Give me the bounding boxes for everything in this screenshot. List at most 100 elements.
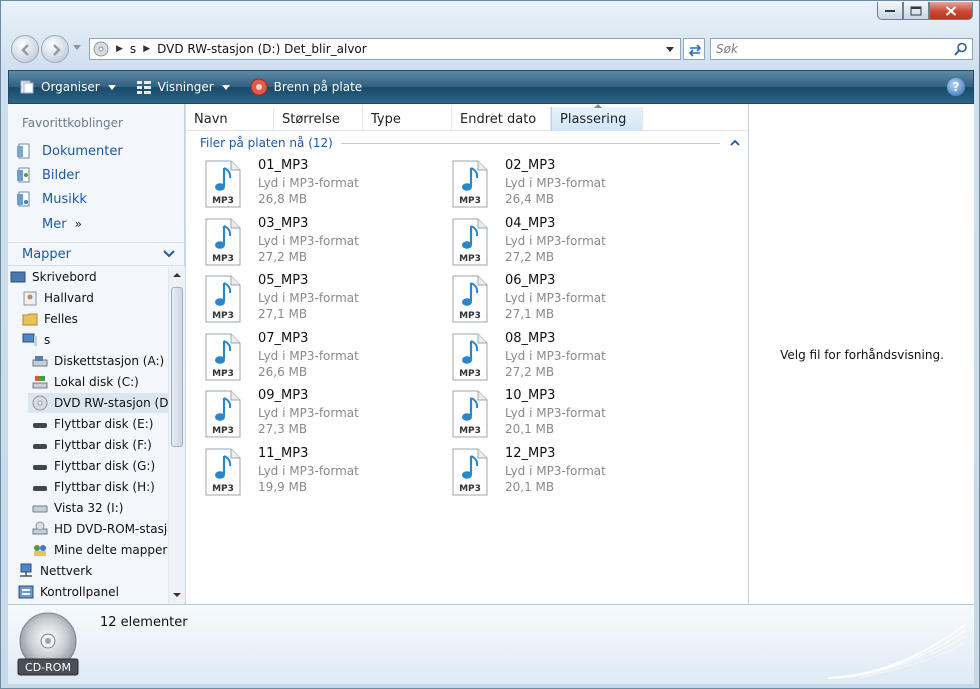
file-type: Lyd i MP3-format (505, 291, 606, 305)
favorite-more[interactable]: Mer » (42, 214, 82, 234)
file-size: 20,1 MB (505, 422, 555, 436)
tree-item-local-disk[interactable]: Lokal disk (C:) (32, 372, 139, 392)
tree-item-shared[interactable]: Felles (22, 309, 78, 329)
file-item[interactable]: MP3 03_MP3 Lyd i MP3-format 27,2 MB (204, 216, 444, 272)
views-button[interactable]: Visninger (136, 75, 230, 99)
mp3-file-icon: MP3 (452, 218, 488, 265)
file-name: 05_MP3 (258, 273, 309, 288)
tree-item-label: Mine delte mapper (54, 543, 168, 557)
file-item[interactable]: MP3 05_MP3 Lyd i MP3-format 27,1 MB (204, 273, 444, 329)
search-icon[interactable] (954, 42, 968, 56)
group-header[interactable]: Filer på platen nå (12) (200, 134, 740, 152)
file-item[interactable]: MP3 11_MP3 Lyd i MP3-format 19,9 MB (204, 446, 444, 502)
forward-button[interactable] (41, 35, 69, 63)
file-item[interactable]: MP3 01_MP3 Lyd i MP3-format 26,8 MB (204, 158, 444, 214)
tree-item-label: Flyttbar disk (H:) (54, 480, 155, 494)
scroll-up-icon[interactable] (169, 267, 185, 283)
favorite-music[interactable]: Musikk (16, 189, 87, 209)
file-item[interactable]: MP3 12_MP3 Lyd i MP3-format 20,1 MB (451, 446, 691, 502)
group-label: Filer på platen nå (12) (200, 136, 333, 150)
tree-item-control-panel[interactable]: Kontrollpanel (18, 582, 119, 602)
close-button[interactable] (929, 2, 973, 20)
file-size: 27,1 MB (258, 307, 308, 321)
organize-button[interactable]: Organiser (19, 75, 116, 99)
scroll-down-icon[interactable] (169, 587, 185, 603)
tree-item-removable-e[interactable]: Flyttbar disk (E:) (32, 414, 153, 434)
help-button[interactable]: ? (947, 78, 965, 96)
pictures-icon (17, 167, 30, 183)
forward-arrow-icon (53, 44, 61, 56)
tree-item-label: Hallvard (44, 291, 94, 305)
file-item[interactable]: MP3 06_MP3 Lyd i MP3-format 27,1 MB (451, 273, 691, 329)
file-item[interactable]: MP3 02_MP3 Lyd i MP3-format 26,4 MB (451, 158, 691, 214)
cd-rom-drive-icon: CD-ROM (17, 612, 79, 676)
tree-item-dvd-drive[interactable]: DVD RW-stasjon (D:) (28, 393, 168, 413)
burn-button[interactable]: Brenn på plate (250, 75, 362, 99)
network-icon (20, 563, 32, 577)
tree-item-hd-dvd[interactable]: HD DVD-ROM-stasjon (32, 519, 168, 539)
back-button[interactable] (11, 35, 39, 63)
minimize-icon (885, 9, 895, 12)
breadcrumb-current-folder[interactable]: DVD RW-stasjon (D:) Det_blir_alvor (157, 42, 367, 56)
tree-item-desktop[interactable]: Skrivebord (10, 267, 97, 287)
tree-item-removable-h[interactable]: Flyttbar disk (H:) (32, 477, 155, 497)
file-icon-label: MP3 (459, 369, 481, 379)
tree-item-label: Flyttbar disk (F:) (54, 438, 152, 452)
favorite-pictures[interactable]: Bilder (16, 165, 80, 185)
file-item[interactable]: MP3 07_MP3 Lyd i MP3-format 26,6 MB (204, 331, 444, 387)
tree-item-shared-folders[interactable]: Mine delte mapper (32, 540, 167, 560)
column-header-name[interactable]: Navn (186, 107, 274, 131)
file-type: Lyd i MP3-format (258, 463, 359, 478)
control-panel-icon (18, 585, 34, 599)
file-item[interactable]: MP3 09_MP3 Lyd i MP3-format 27,3 MB (204, 388, 444, 444)
file-item[interactable]: MP3 08_MP3 Lyd i MP3-format 27,2 MB (451, 331, 691, 387)
folders-header[interactable]: Mapper (8, 242, 185, 266)
favorite-label: Mer (42, 216, 67, 232)
tree-item-network[interactable]: Nettverk (18, 561, 92, 581)
minimize-button[interactable] (877, 2, 903, 20)
file-icon-label: MP3 (459, 484, 481, 494)
folder-tree-scrollbar[interactable] (168, 267, 185, 603)
double-chevron-right-icon: » (74, 217, 82, 231)
breadcrumb-separator[interactable]: ▶ (116, 44, 123, 54)
search-input[interactable] (711, 39, 941, 59)
tree-item-removable-g[interactable]: Flyttbar disk (G:) (32, 456, 155, 476)
column-header-size[interactable]: Størrelse (274, 107, 363, 131)
mp3-file-icon: MP3 (205, 390, 241, 438)
recent-pages-dropdown[interactable] (73, 45, 81, 50)
scrollbar-thumb[interactable] (171, 287, 183, 447)
file-icon-label: MP3 (459, 196, 481, 206)
collapse-chevron-icon[interactable] (730, 139, 740, 147)
tree-item-vista[interactable]: Vista 32 (I:) (32, 498, 123, 518)
column-header-location[interactable]: Plassering (551, 104, 643, 131)
tree-item-user[interactable]: Hallvard (22, 288, 94, 308)
breadcrumb-computer[interactable]: s (130, 42, 136, 56)
maximize-button[interactable] (903, 2, 929, 20)
column-headers: Navn Størrelse Type Endret dato Plasseri… (186, 104, 748, 131)
file-size: 27,3 MB (258, 422, 308, 436)
chevron-down-icon (221, 84, 230, 90)
file-name: 03_MP3 (258, 215, 309, 231)
tree-item-label: Felles (44, 312, 78, 326)
tree-item-label: HD DVD-ROM-stasjon (54, 522, 168, 536)
address-history-dropdown[interactable] (666, 47, 674, 52)
tree-item-computer[interactable]: s (22, 330, 50, 350)
breadcrumb-separator[interactable]: ▶ (143, 44, 150, 54)
music-icon (17, 191, 30, 207)
file-item[interactable]: MP3 04_MP3 Lyd i MP3-format 27,2 MB (451, 216, 691, 272)
user-folder-icon (23, 291, 37, 306)
column-header-modified[interactable]: Endret dato (452, 107, 551, 131)
column-header-type[interactable]: Type (363, 107, 452, 131)
file-size: 26,4 MB (505, 192, 555, 206)
address-bar[interactable]: ▶ s ▶ DVD RW-stasjon (D:) Det_blir_alvor (89, 38, 681, 60)
favorite-documents[interactable]: Dokumenter (16, 141, 123, 161)
tree-item-floppy[interactable]: Diskettstasjon (A:) (32, 351, 164, 371)
preview-pane: Velg fil for forhåndsvisning. (748, 104, 974, 604)
refresh-button[interactable] (683, 38, 705, 60)
tree-item-removable-f[interactable]: Flyttbar disk (F:) (32, 435, 152, 455)
mp3-file-icon: MP3 (205, 275, 241, 323)
file-item[interactable]: MP3 10_MP3 Lyd i MP3-format 20,1 MB (451, 388, 691, 444)
file-size: 27,2 MB (258, 249, 308, 264)
file-name: 02_MP3 (505, 158, 556, 173)
refresh-icon (688, 44, 702, 57)
